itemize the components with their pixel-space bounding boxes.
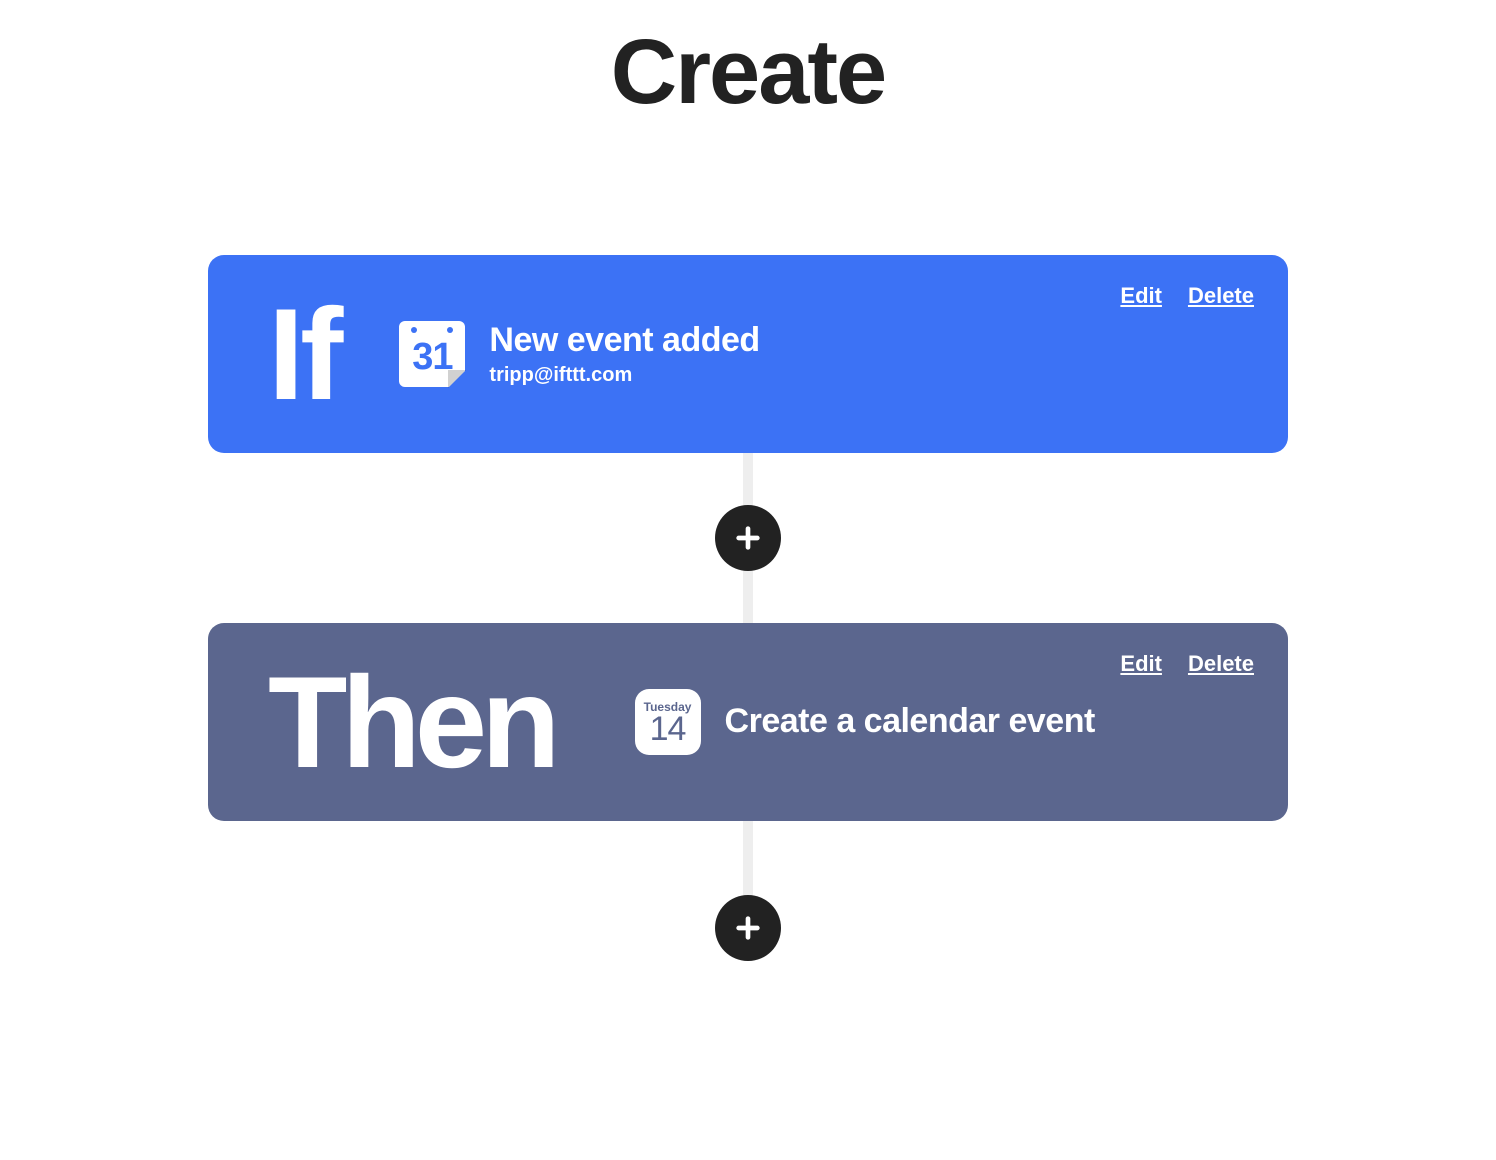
then-title: Create a calendar event — [725, 702, 1095, 741]
plus-icon — [734, 524, 762, 552]
plus-icon — [734, 914, 762, 942]
then-edit-button[interactable]: Edit — [1120, 651, 1162, 677]
if-delete-button[interactable]: Delete — [1188, 283, 1254, 309]
if-title: New event added — [489, 321, 759, 360]
then-prefix: Then — [268, 664, 555, 781]
ios-calendar-icon: Tuesday 14 — [635, 689, 701, 755]
google-calendar-icon: 31 — [399, 321, 465, 387]
applet-flow: If 31 New event added tripp@ifttt.com Ed… — [134, 255, 1362, 961]
if-subtitle: tripp@ifttt.com — [489, 364, 759, 387]
then-card[interactable]: Then Tuesday 14 Create a calendar event … — [208, 623, 1288, 821]
calendar-icon-number: 31 — [412, 336, 452, 379]
then-delete-button[interactable]: Delete — [1188, 651, 1254, 677]
add-step-button[interactable] — [715, 505, 781, 571]
if-prefix: If — [268, 296, 339, 413]
add-step-button[interactable] — [715, 895, 781, 961]
calendar-icon-number: 14 — [650, 710, 686, 749]
connector — [743, 453, 753, 623]
connector — [743, 821, 753, 961]
if-edit-button[interactable]: Edit — [1120, 283, 1162, 309]
page-title: Create — [134, 20, 1362, 125]
if-card[interactable]: If 31 New event added tripp@ifttt.com Ed… — [208, 255, 1288, 453]
